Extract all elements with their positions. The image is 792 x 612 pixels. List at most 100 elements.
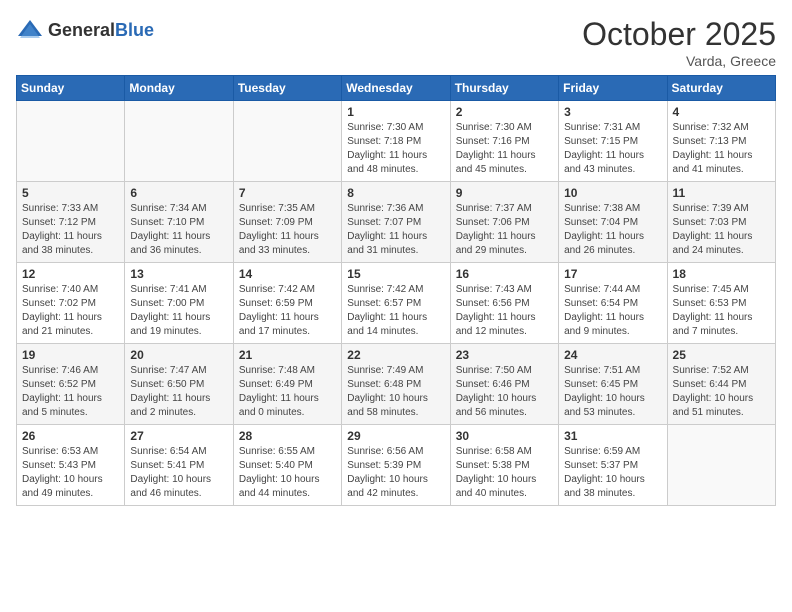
day-number: 11 xyxy=(673,186,770,200)
calendar-cell: 16 Sunrise: 7:43 AM Sunset: 6:56 PM Dayli… xyxy=(450,263,558,344)
calendar: SundayMondayTuesdayWednesdayThursdayFrid… xyxy=(16,75,776,506)
calendar-cell: 8 Sunrise: 7:36 AM Sunset: 7:07 PM Daylig… xyxy=(342,182,450,263)
weekday-header: Tuesday xyxy=(233,76,341,101)
weekday-header: Wednesday xyxy=(342,76,450,101)
day-number: 19 xyxy=(22,348,119,362)
day-info: Sunrise: 7:49 AM Sunset: 6:48 PM Dayligh… xyxy=(347,364,444,420)
day-number: 9 xyxy=(456,186,553,200)
calendar-cell: 27Sunrise: 6:54 AM Sunset: 5:41 PM Dayli… xyxy=(125,425,233,506)
calendar-cell: 15 Sunrise: 7:42 AM Sunset: 6:57 PM Dayli… xyxy=(342,263,450,344)
title-block: October 2025 Varda, Greece xyxy=(582,16,776,69)
calendar-cell: 10Sunrise: 7:38 AM Sunset: 7:04 PM Dayli… xyxy=(559,182,667,263)
day-info: Sunrise: 7:36 AM Sunset: 7:07 PM Dayligh… xyxy=(347,202,444,258)
day-number: 29 xyxy=(347,429,444,443)
calendar-week-row: 26 Sunrise: 6:53 AM Sunset: 5:43 PM Dayli… xyxy=(17,425,776,506)
calendar-cell: 31 Sunrise: 6:59 AM Sunset: 5:37 PM Dayli… xyxy=(559,425,667,506)
calendar-week-row: 19 Sunrise: 7:46 AM Sunset: 6:52 PM Dayli… xyxy=(17,344,776,425)
day-info: Sunrise: 6:55 AM Sunset: 5:40 PM Dayligh… xyxy=(239,445,336,501)
day-number: 31 xyxy=(564,429,661,443)
day-info: Sunrise: 7:47 AM Sunset: 6:50 PM Dayligh… xyxy=(130,364,227,420)
calendar-cell xyxy=(17,101,125,182)
day-number: 14 xyxy=(239,267,336,281)
calendar-cell: 28 Sunrise: 6:55 AM Sunset: 5:40 PM Dayli… xyxy=(233,425,341,506)
page-header: GeneralBlue October 2025 Varda, Greece xyxy=(16,16,776,69)
day-info: Sunrise: 6:59 AM Sunset: 5:37 PM Dayligh… xyxy=(564,445,661,501)
calendar-cell: 6 Sunrise: 7:34 AM Sunset: 7:10 PM Daylig… xyxy=(125,182,233,263)
calendar-cell: 18 Sunrise: 7:45 AM Sunset: 6:53 PM Dayli… xyxy=(667,263,775,344)
calendar-cell: 7Sunrise: 7:35 AM Sunset: 7:09 PM Daylig… xyxy=(233,182,341,263)
day-number: 21 xyxy=(239,348,336,362)
calendar-cell: 25Sunrise: 7:52 AM Sunset: 6:44 PM Dayli… xyxy=(667,344,775,425)
calendar-cell: 22 Sunrise: 7:49 AM Sunset: 6:48 PM Dayli… xyxy=(342,344,450,425)
day-number: 6 xyxy=(130,186,227,200)
calendar-cell: 29Sunrise: 6:56 AM Sunset: 5:39 PM Dayli… xyxy=(342,425,450,506)
day-info: Sunrise: 7:46 AM Sunset: 6:52 PM Dayligh… xyxy=(22,364,119,420)
calendar-week-row: 5Sunrise: 7:33 AM Sunset: 7:12 PM Daylig… xyxy=(17,182,776,263)
day-number: 12 xyxy=(22,267,119,281)
day-number: 20 xyxy=(130,348,227,362)
weekday-header: Thursday xyxy=(450,76,558,101)
day-number: 7 xyxy=(239,186,336,200)
day-number: 1 xyxy=(347,105,444,119)
day-info: Sunrise: 7:30 AM Sunset: 7:16 PM Dayligh… xyxy=(456,121,553,177)
day-number: 16 xyxy=(456,267,553,281)
calendar-cell: 3Sunrise: 7:31 AM Sunset: 7:15 PM Daylig… xyxy=(559,101,667,182)
day-number: 24 xyxy=(564,348,661,362)
logo-blue: Blue xyxy=(115,20,154,40)
day-info: Sunrise: 7:30 AM Sunset: 7:18 PM Dayligh… xyxy=(347,121,444,177)
calendar-cell: 19 Sunrise: 7:46 AM Sunset: 6:52 PM Dayli… xyxy=(17,344,125,425)
day-info: Sunrise: 7:33 AM Sunset: 7:12 PM Dayligh… xyxy=(22,202,119,258)
day-number: 4 xyxy=(673,105,770,119)
day-number: 18 xyxy=(673,267,770,281)
day-number: 26 xyxy=(22,429,119,443)
calendar-cell: 13 Sunrise: 7:41 AM Sunset: 7:00 PM Dayli… xyxy=(125,263,233,344)
day-number: 30 xyxy=(456,429,553,443)
weekday-header: Monday xyxy=(125,76,233,101)
calendar-cell: 4Sunrise: 7:32 AM Sunset: 7:13 PM Daylig… xyxy=(667,101,775,182)
weekday-header-row: SundayMondayTuesdayWednesdayThursdayFrid… xyxy=(17,76,776,101)
day-number: 17 xyxy=(564,267,661,281)
calendar-cell: 9 Sunrise: 7:37 AM Sunset: 7:06 PM Daylig… xyxy=(450,182,558,263)
day-number: 13 xyxy=(130,267,227,281)
calendar-week-row: 1 Sunrise: 7:30 AM Sunset: 7:18 PM Daylig… xyxy=(17,101,776,182)
calendar-cell xyxy=(667,425,775,506)
weekday-header: Saturday xyxy=(667,76,775,101)
day-info: Sunrise: 7:44 AM Sunset: 6:54 PM Dayligh… xyxy=(564,283,661,339)
day-number: 23 xyxy=(456,348,553,362)
calendar-cell xyxy=(125,101,233,182)
day-number: 25 xyxy=(673,348,770,362)
day-number: 15 xyxy=(347,267,444,281)
day-info: Sunrise: 6:53 AM Sunset: 5:43 PM Dayligh… xyxy=(22,445,119,501)
calendar-cell: 12 Sunrise: 7:40 AM Sunset: 7:02 PM Dayli… xyxy=(17,263,125,344)
day-info: Sunrise: 7:37 AM Sunset: 7:06 PM Dayligh… xyxy=(456,202,553,258)
day-info: Sunrise: 7:41 AM Sunset: 7:00 PM Dayligh… xyxy=(130,283,227,339)
day-info: Sunrise: 7:42 AM Sunset: 6:57 PM Dayligh… xyxy=(347,283,444,339)
calendar-cell: 5Sunrise: 7:33 AM Sunset: 7:12 PM Daylig… xyxy=(17,182,125,263)
day-number: 2 xyxy=(456,105,553,119)
day-info: Sunrise: 7:40 AM Sunset: 7:02 PM Dayligh… xyxy=(22,283,119,339)
weekday-header: Friday xyxy=(559,76,667,101)
day-number: 22 xyxy=(347,348,444,362)
day-number: 10 xyxy=(564,186,661,200)
calendar-cell: 11 Sunrise: 7:39 AM Sunset: 7:03 PM Dayli… xyxy=(667,182,775,263)
day-number: 28 xyxy=(239,429,336,443)
calendar-cell: 17 Sunrise: 7:44 AM Sunset: 6:54 PM Dayli… xyxy=(559,263,667,344)
day-info: Sunrise: 6:58 AM Sunset: 5:38 PM Dayligh… xyxy=(456,445,553,501)
day-info: Sunrise: 7:43 AM Sunset: 6:56 PM Dayligh… xyxy=(456,283,553,339)
logo: GeneralBlue xyxy=(16,16,154,44)
day-number: 8 xyxy=(347,186,444,200)
day-info: Sunrise: 7:39 AM Sunset: 7:03 PM Dayligh… xyxy=(673,202,770,258)
month-title: October 2025 xyxy=(582,16,776,53)
day-info: Sunrise: 7:45 AM Sunset: 6:53 PM Dayligh… xyxy=(673,283,770,339)
weekday-header: Sunday xyxy=(17,76,125,101)
day-number: 27 xyxy=(130,429,227,443)
logo-icon xyxy=(16,16,44,44)
day-info: Sunrise: 7:50 AM Sunset: 6:46 PM Dayligh… xyxy=(456,364,553,420)
calendar-cell: 26 Sunrise: 6:53 AM Sunset: 5:43 PM Dayli… xyxy=(17,425,125,506)
calendar-cell: 24Sunrise: 7:51 AM Sunset: 6:45 PM Dayli… xyxy=(559,344,667,425)
day-info: Sunrise: 7:34 AM Sunset: 7:10 PM Dayligh… xyxy=(130,202,227,258)
day-info: Sunrise: 7:42 AM Sunset: 6:59 PM Dayligh… xyxy=(239,283,336,339)
logo-general: General xyxy=(48,20,115,40)
calendar-cell: 21Sunrise: 7:48 AM Sunset: 6:49 PM Dayli… xyxy=(233,344,341,425)
calendar-week-row: 12 Sunrise: 7:40 AM Sunset: 7:02 PM Dayli… xyxy=(17,263,776,344)
